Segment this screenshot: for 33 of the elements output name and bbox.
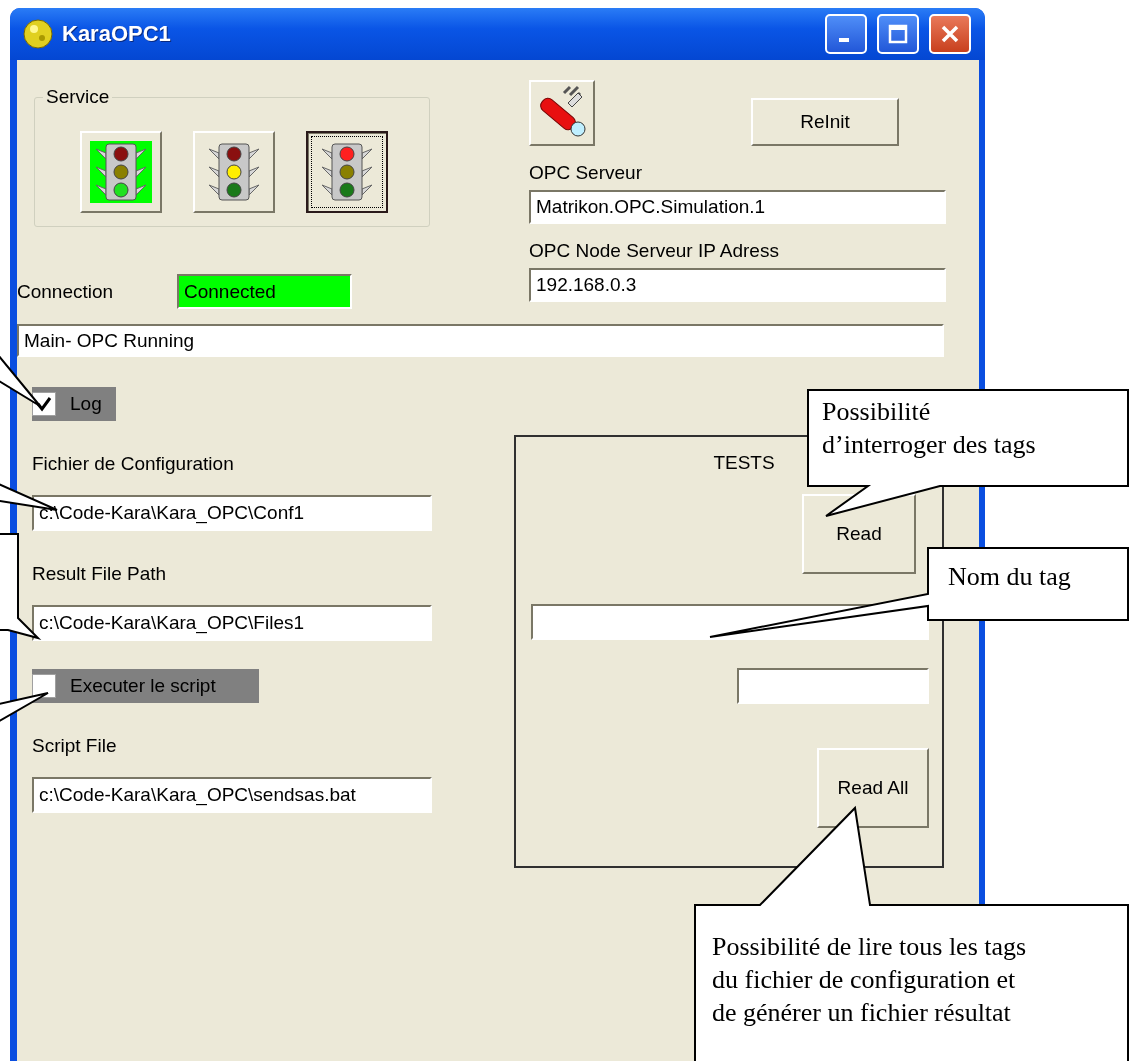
text-field[interactable]: 192.168.0.3 <box>529 268 946 302</box>
close-icon <box>941 25 959 43</box>
field-label: Fichier de Configuration <box>32 453 234 475</box>
maximize-button[interactable] <box>877 14 919 54</box>
pocket-knife-button[interactable] <box>529 80 595 146</box>
text-field[interactable]: Matrikon.OPC.Simulation.1 <box>529 190 946 224</box>
panel-title: TESTS <box>713 452 775 474</box>
callout-text: Nom du tag <box>948 561 1071 593</box>
reinit-button[interactable]: ReInit <box>751 98 899 146</box>
maximize-icon <box>888 24 908 44</box>
callout-text: Possibilité de lire tous les tags du fichier de configuration et de générer un fichier résultat <box>712 931 1027 1029</box>
minimize-button[interactable] <box>825 14 867 54</box>
checkbox[interactable]: Log <box>32 387 116 421</box>
input-field[interactable] <box>531 604 929 640</box>
field-label: Result File Path <box>32 563 167 585</box>
read-all-button[interactable]: Read All <box>817 748 929 828</box>
window-title: KaraOPC1 <box>62 21 172 47</box>
text-field[interactable]: c:\Code-Kara\Kara_OPC\sendsas.bat <box>32 777 432 813</box>
input-field[interactable] <box>737 668 929 704</box>
check-mark-icon <box>35 395 53 413</box>
traffic-light-button[interactable] <box>306 131 388 213</box>
group-label: Service <box>45 86 111 108</box>
field-label: Script File <box>32 735 117 757</box>
read-button[interactable]: Read <box>802 494 916 574</box>
connection-status-field: Connected <box>177 274 352 309</box>
field-label: OPC Serveur <box>529 162 643 184</box>
checkbox[interactable]: Executer le script <box>32 669 259 703</box>
close-button[interactable] <box>929 14 971 54</box>
minimize-icon <box>839 38 849 42</box>
callout-text: Possibilité d’interroger des tags <box>822 396 1036 461</box>
field-label: Connection <box>17 280 115 303</box>
app-icon <box>22 18 54 50</box>
field-label: OPC Node Serveur IP Adress <box>529 240 780 262</box>
